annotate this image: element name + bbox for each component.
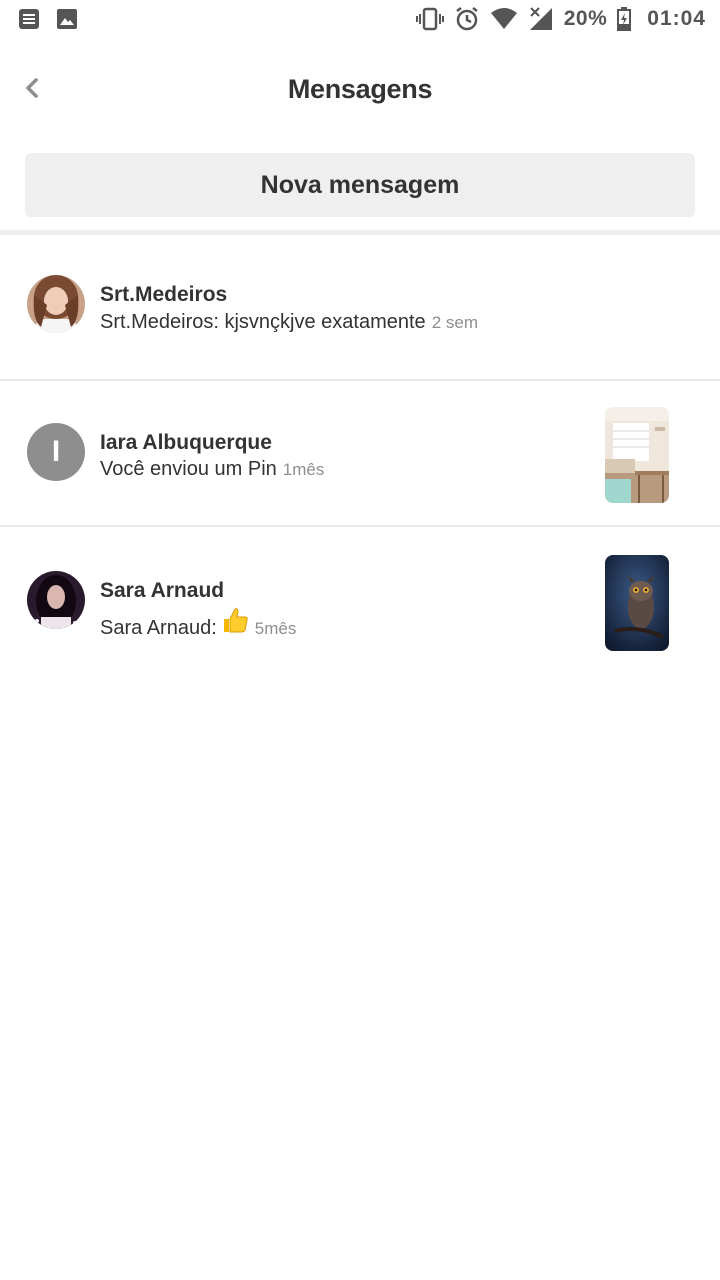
preview-text: Você enviou um Pin <box>100 458 277 480</box>
status-right-icons: 20% 01:04 <box>415 6 706 32</box>
conversation-preview: Você enviou um Pin 1mês <box>100 458 324 481</box>
preview-text: Sara Arnaud: <box>100 617 217 639</box>
conversation-item[interactable]: Sara Arnaud Sara Arnaud: 5mês <box>0 529 720 675</box>
preview-text: Srt.Medeiros: kjsvnçkjve exatamente <box>100 311 426 333</box>
pin-thumbnail[interactable] <box>605 555 669 651</box>
conversation-time: 5mês <box>254 619 297 638</box>
conversation-time: 2 sem <box>431 313 478 332</box>
conversation-time: 1mês <box>282 460 325 479</box>
status-bar: 20% 01:04 <box>0 0 720 40</box>
avatar <box>27 571 85 629</box>
clock: 01:04 <box>647 7 706 30</box>
image-icon <box>57 9 77 29</box>
new-message-button[interactable]: Nova mensagem <box>25 153 695 217</box>
pin-thumbnail[interactable] <box>605 407 669 503</box>
status-left-icons <box>18 8 78 30</box>
conversation-name: Sara Arnaud <box>100 579 225 602</box>
divider <box>0 525 720 527</box>
battery-percent: 20% <box>563 7 608 30</box>
conversation-item[interactable]: I Iara Albuquerque Você enviou um Pin 1m… <box>0 381 720 527</box>
vibrate-icon <box>415 7 444 31</box>
conversation-name: Iara Albuquerque <box>100 431 272 454</box>
thumbs-up-icon <box>223 608 248 633</box>
alarm-icon <box>456 7 478 31</box>
avatar: I <box>27 423 85 481</box>
conversation-preview: Srt.Medeiros: kjsvnçkjve exatamente 2 se… <box>100 311 478 334</box>
battery-icon <box>617 7 632 31</box>
signal-icon <box>529 7 552 30</box>
wifi-icon <box>490 8 517 29</box>
conversation-preview: Sara Arnaud: 5mês <box>100 606 296 640</box>
avatar <box>27 275 85 333</box>
page-title: Mensagens <box>287 74 433 104</box>
conversation-item[interactable]: Srt.Medeiros Srt.Medeiros: kjsvnçkjve ex… <box>0 235 720 381</box>
notes-icon <box>19 9 39 29</box>
header: Mensagens <box>0 40 720 140</box>
conversation-name: Srt.Medeiros <box>100 283 228 306</box>
